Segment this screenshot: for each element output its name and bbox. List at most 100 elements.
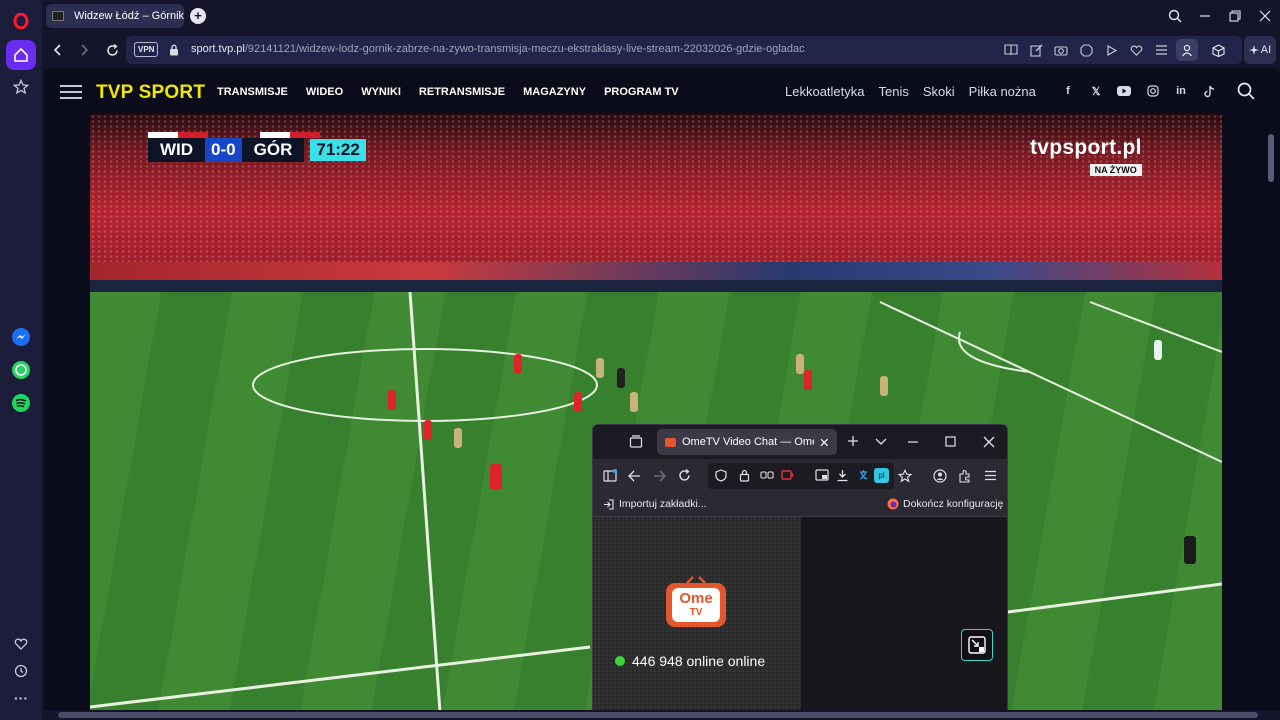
- new-tab-button[interactable]: +: [190, 8, 206, 24]
- exit-fullscreen-icon[interactable]: [961, 629, 993, 661]
- translate-language-badge[interactable]: pl: [874, 468, 889, 483]
- finish-setup-link[interactable]: Dokończ konfigurację: [887, 498, 1003, 510]
- tab-bar: Widzew Łódź – Górnik +: [42, 0, 1280, 32]
- nav-transmisje[interactable]: TRANSMISJE: [217, 86, 288, 98]
- opera-logo-icon[interactable]: [6, 6, 36, 36]
- import-bookmarks-link[interactable]: Importuj zakładki...: [603, 498, 707, 510]
- spotify-icon[interactable]: [6, 388, 36, 418]
- back-button[interactable]: [50, 42, 66, 58]
- permissions-icon[interactable]: [760, 470, 774, 480]
- address-bar-row: VPN sport.tvp.pl/92141121/widzew-lodz-go…: [42, 32, 1280, 68]
- ometv-logo[interactable]: Ome TV: [665, 575, 727, 629]
- tab-widzew-gornik[interactable]: Widzew Łódź – Górnik: [46, 4, 184, 28]
- app-menu-icon[interactable]: [984, 470, 997, 481]
- close-window-button[interactable]: [1255, 6, 1275, 26]
- nav-pilka-nozna[interactable]: Piłka nożna: [969, 84, 1036, 99]
- adblock-icon[interactable]: [1078, 42, 1094, 58]
- popup-bookmark-star-icon[interactable]: [898, 469, 912, 483]
- lock-icon[interactable]: [166, 42, 182, 58]
- camera-icon[interactable]: [1053, 42, 1069, 58]
- horizontal-scroll-thumb[interactable]: [58, 712, 1258, 718]
- popup-new-tab-icon[interactable]: [847, 435, 859, 447]
- tab-manager-icon[interactable]: [629, 435, 643, 449]
- player-icon[interactable]: [1103, 42, 1119, 58]
- close-tab-icon[interactable]: [820, 438, 829, 447]
- easy-setup-icon[interactable]: [1153, 42, 1169, 58]
- popup-reload-icon[interactable]: [678, 469, 691, 482]
- extensions-puzzle-icon[interactable]: [958, 469, 972, 483]
- import-icon: [604, 498, 614, 510]
- more-icon[interactable]: ···: [6, 683, 36, 713]
- vertical-scrollbar[interactable]: [1268, 134, 1274, 182]
- heart-icon[interactable]: [6, 629, 36, 659]
- search-tabs-icon[interactable]: [1165, 6, 1185, 26]
- reload-button[interactable]: [104, 42, 120, 58]
- url-text[interactable]: sport.tvp.pl/92141121/widzew-lodz-gornik…: [191, 43, 891, 55]
- player: [617, 368, 625, 388]
- popup-maximize-button[interactable]: [945, 436, 956, 447]
- popup-lock-icon[interactable]: [739, 469, 750, 482]
- minimize-button[interactable]: [1195, 6, 1215, 26]
- forward-button[interactable]: [76, 42, 92, 58]
- popup-minimize-button[interactable]: [907, 436, 919, 448]
- youtube-icon[interactable]: [1117, 84, 1131, 98]
- translate-icon[interactable]: [859, 469, 873, 482]
- extensions-cube-icon[interactable]: [1210, 42, 1226, 58]
- site-header: TVP SPORT TRANSMISJE WIDEO WYNIKI RETRAN…: [44, 68, 1280, 114]
- whatsapp-icon[interactable]: [6, 355, 36, 385]
- nav-skoki[interactable]: Skoki: [923, 84, 955, 99]
- reader-icon[interactable]: [1003, 42, 1019, 58]
- online-count-text: 446 948 online online: [632, 653, 766, 669]
- nav-lekkoatletyka[interactable]: Lekkoatletyka: [785, 84, 865, 99]
- account-icon[interactable]: [933, 469, 947, 483]
- restore-button[interactable]: [1225, 6, 1245, 26]
- nav-magazyny[interactable]: MAGAZYNY: [523, 86, 586, 98]
- tracking-shield-icon[interactable]: [715, 469, 727, 482]
- history-icon[interactable]: [6, 656, 36, 686]
- scoreboard: WID 0-0 GÓR 71:22: [148, 138, 366, 162]
- tiktok-icon[interactable]: [1202, 84, 1216, 98]
- facebook-icon[interactable]: f: [1061, 84, 1075, 98]
- popup-close-button[interactable]: [983, 436, 995, 448]
- linkedin-icon[interactable]: in: [1174, 84, 1188, 98]
- finish-setup-label: Dokończ konfigurację: [903, 498, 1004, 510]
- screen: ··· Widzew Łódź – Górnik + VPN sport.tvp…: [0, 0, 1280, 720]
- edit-icon[interactable]: [1028, 42, 1044, 58]
- tvp-sport-logo[interactable]: TVP SPORT: [96, 82, 205, 104]
- instagram-icon[interactable]: [1146, 84, 1160, 98]
- import-bookmarks-label: Importuj zakładki...: [619, 498, 707, 510]
- popup-tab-title: OmeTV Video Chat — Omegle Al: [682, 436, 814, 448]
- nav-retransmisje[interactable]: RETRANSMISJE: [419, 86, 505, 98]
- x-icon[interactable]: 𝕏: [1089, 84, 1103, 98]
- nav-wyniki[interactable]: WYNIKI: [361, 86, 401, 98]
- list-tabs-chevron-icon[interactable]: [875, 436, 887, 446]
- popup-download-icon[interactable]: [836, 469, 849, 482]
- bookmarks-star-icon[interactable]: [6, 72, 36, 102]
- aria-ai-button[interactable]: AI: [1244, 36, 1276, 64]
- camera-sharing-icon[interactable]: [781, 469, 794, 481]
- popup-tab-ometv[interactable]: OmeTV Video Chat — Omegle Al: [657, 429, 837, 455]
- nav-tenis[interactable]: Tenis: [879, 84, 909, 99]
- ad-boards: [90, 262, 1222, 280]
- horizontal-scrollbar[interactable]: [44, 710, 1280, 720]
- popup-forward-icon[interactable]: [653, 470, 666, 482]
- profile-icon[interactable]: [1176, 39, 1198, 61]
- nav-program-tv[interactable]: PROGRAM TV: [604, 86, 679, 98]
- popup-back-icon[interactable]: [628, 470, 641, 482]
- messenger-icon[interactable]: [6, 322, 36, 352]
- vpn-badge[interactable]: VPN: [134, 42, 159, 57]
- menu-hamburger-icon[interactable]: [60, 85, 82, 99]
- ometv-logo-top: Ome: [679, 590, 713, 607]
- home-icon[interactable]: [6, 40, 36, 70]
- picture-in-picture-icon[interactable]: [815, 469, 829, 481]
- away-team: GÓR: [241, 138, 305, 162]
- favorites-heart-icon[interactable]: [1128, 42, 1144, 58]
- nav-wideo[interactable]: WIDEO: [306, 86, 343, 98]
- site-search-icon[interactable]: [1237, 82, 1255, 105]
- ometv-favicon: [665, 437, 676, 447]
- popup-tab-row: OmeTV Video Chat — Omegle Al: [593, 425, 1007, 459]
- sidebar-toggle-icon[interactable]: [603, 469, 617, 482]
- firefox-icon: [887, 498, 899, 510]
- player: [514, 354, 522, 374]
- live-badge: NA ŻYWO: [1089, 164, 1142, 176]
